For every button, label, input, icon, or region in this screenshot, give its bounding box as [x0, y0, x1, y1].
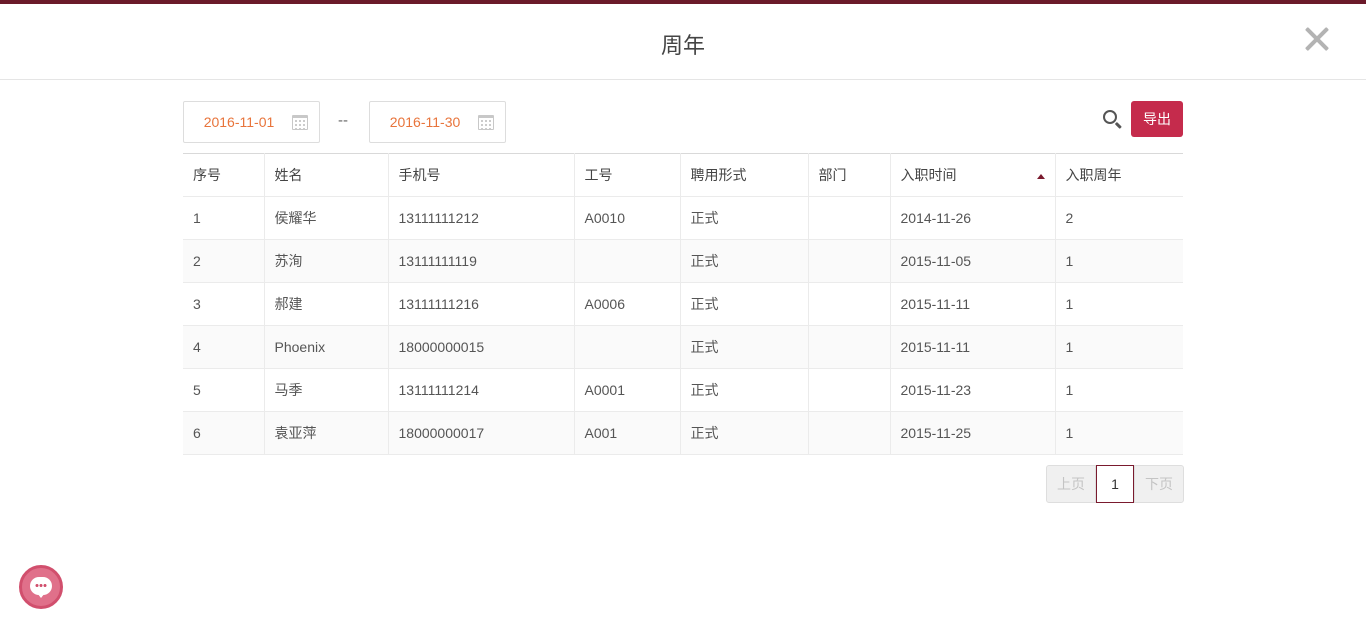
current-page-button[interactable]: 1 — [1096, 465, 1134, 503]
table-row[interactable]: 3 郝建 13111111216 A0006 正式 2015-11-11 1 — [183, 282, 1183, 326]
cell-department — [808, 411, 891, 455]
cell-index: 3 — [183, 282, 265, 326]
chat-dots — [35, 584, 47, 587]
dialog-title: 周年 — [660, 33, 705, 58]
export-button[interactable]: 导出 — [1131, 101, 1183, 137]
table-row[interactable]: 6 袁亚萍 18000000017 A001 正式 2015-11-25 1 — [183, 411, 1183, 455]
chat-bubble-shape — [30, 577, 52, 598]
cell-name: 苏洵 — [264, 239, 389, 283]
end-date-input[interactable] — [371, 103, 479, 141]
cell-employment-type: 正式 — [680, 282, 809, 326]
pagination: 上页 1 下页 — [1046, 465, 1184, 503]
dialog-header: 周年 — [0, 4, 1366, 80]
cell-hire-date: 2015-11-25 — [890, 411, 1056, 455]
cell-employee-id: A0010 — [574, 196, 681, 240]
next-page-button[interactable]: 下页 — [1134, 465, 1184, 503]
search-icon-handle — [1115, 121, 1122, 129]
table-row[interactable]: 4 Phoenix 18000000015 正式 2015-11-11 1 — [183, 325, 1183, 369]
cell-name: 侯耀华 — [264, 196, 389, 240]
cell-index: 5 — [183, 368, 265, 412]
column-header-index[interactable]: 序号 — [183, 153, 265, 197]
table-row[interactable]: 2 苏洵 13111111119 正式 2015-11-05 1 — [183, 239, 1183, 283]
cell-employee-id: A0006 — [574, 282, 681, 326]
cell-phone: 13111111216 — [388, 282, 575, 326]
prev-page-button[interactable]: 上页 — [1046, 465, 1096, 503]
cell-phone: 13111111119 — [388, 239, 575, 283]
cell-department — [808, 325, 891, 369]
cell-anniversary: 1 — [1055, 411, 1183, 455]
cell-anniversary: 2 — [1055, 196, 1183, 240]
calendar-icon[interactable] — [292, 115, 308, 130]
cell-employment-type: 正式 — [680, 411, 809, 455]
cell-employment-type: 正式 — [680, 368, 809, 412]
anniversary-table: 序号 姓名 手机号 工号 聘用形式 部门 入职时间 入职周年 1 侯耀华 13111… — [183, 153, 1183, 455]
cell-anniversary: 1 — [1055, 239, 1183, 283]
cell-department — [808, 282, 891, 326]
start-date-picker[interactable] — [183, 101, 320, 143]
column-header-employment-type[interactable]: 聘用形式 — [680, 153, 809, 197]
search-icon[interactable] — [1102, 109, 1124, 131]
cell-hire-date: 2015-11-11 — [890, 282, 1056, 326]
start-date-input[interactable] — [185, 103, 293, 141]
cell-phone: 13111111214 — [388, 368, 575, 412]
cell-hire-date: 2015-11-11 — [890, 325, 1056, 369]
cell-employee-id — [574, 239, 681, 283]
close-icon[interactable] — [1302, 24, 1332, 54]
cell-name: 郝建 — [264, 282, 389, 326]
table-row[interactable]: 1 侯耀华 13111111212 A0010 正式 2014-11-26 2 — [183, 196, 1183, 240]
table-header-row: 序号 姓名 手机号 工号 聘用形式 部门 入职时间 入职周年 — [183, 153, 1183, 197]
column-header-department[interactable]: 部门 — [808, 153, 891, 197]
column-header-hire-date-label: 入职时间 — [900, 167, 957, 183]
column-header-phone[interactable]: 手机号 — [388, 153, 575, 197]
cell-anniversary: 1 — [1055, 282, 1183, 326]
date-range-separator: -- — [338, 112, 348, 129]
cell-name: Phoenix — [264, 325, 389, 369]
table-row[interactable]: 5 马季 13111111214 A0001 正式 2015-11-23 1 — [183, 368, 1183, 412]
cell-phone: 13111111212 — [388, 196, 575, 240]
cell-employment-type: 正式 — [680, 239, 809, 283]
cell-index: 4 — [183, 325, 265, 369]
cell-name: 马季 — [264, 368, 389, 412]
cell-anniversary: 1 — [1055, 325, 1183, 369]
sort-ascending-icon[interactable] — [1036, 174, 1045, 179]
column-header-employee-id[interactable]: 工号 — [574, 153, 681, 197]
chat-support-icon[interactable] — [19, 565, 63, 609]
cell-department — [808, 368, 891, 412]
cell-employment-type: 正式 — [680, 196, 809, 240]
cell-hire-date: 2014-11-26 — [890, 196, 1056, 240]
table-body: 1 侯耀华 13111111212 A0010 正式 2014-11-26 2 2 苏洵 1311… — [183, 196, 1183, 455]
column-header-anniversary[interactable]: 入职周年 — [1055, 153, 1183, 197]
cell-department — [808, 196, 891, 240]
cell-index: 1 — [183, 196, 265, 240]
cell-employee-id: A001 — [574, 411, 681, 455]
column-header-name[interactable]: 姓名 — [264, 153, 389, 197]
cell-employment-type: 正式 — [680, 325, 809, 369]
search-icon-lens — [1103, 110, 1117, 124]
cell-phone: 18000000015 — [388, 325, 575, 369]
cell-hire-date: 2015-11-05 — [890, 239, 1056, 283]
cell-name: 袁亚萍 — [264, 411, 389, 455]
cell-employee-id — [574, 325, 681, 369]
cell-department — [808, 239, 891, 283]
cell-index: 2 — [183, 239, 265, 283]
cell-anniversary: 1 — [1055, 368, 1183, 412]
end-date-picker[interactable] — [369, 101, 506, 143]
filter-toolbar: -- 导出 — [183, 101, 1183, 143]
column-header-hire-date[interactable]: 入职时间 — [890, 153, 1056, 197]
cell-hire-date: 2015-11-23 — [890, 368, 1056, 412]
cell-employee-id: A0001 — [574, 368, 681, 412]
cell-phone: 18000000017 — [388, 411, 575, 455]
calendar-icon[interactable] — [478, 115, 494, 130]
cell-index: 6 — [183, 411, 265, 455]
